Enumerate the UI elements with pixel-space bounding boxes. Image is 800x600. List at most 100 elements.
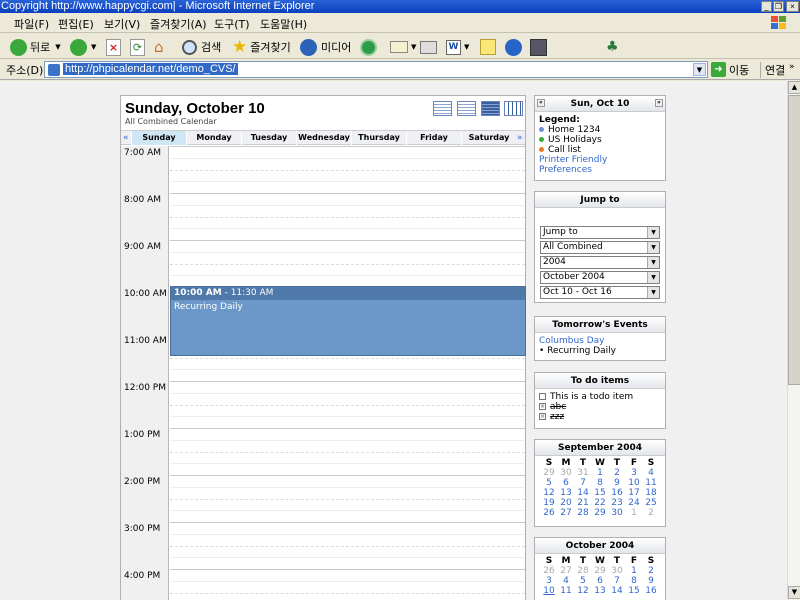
legend-item[interactable]: Call list (539, 145, 661, 155)
day-cell[interactable]: 25 (643, 498, 660, 508)
day-cell[interactable]: 2 (609, 468, 626, 478)
day-cell[interactable]: 16 (643, 586, 660, 596)
chevron-right-icon[interactable]: » (789, 62, 795, 72)
mail-button[interactable]: ▼ (390, 36, 416, 58)
menu-tools[interactable]: 도구(T) (214, 16, 250, 32)
address-url[interactable]: http://phpicalendar.net/demo_CVS/ (63, 63, 238, 75)
day-cell[interactable]: 8 (592, 478, 609, 488)
todo-item[interactable]: × zzz (539, 412, 661, 422)
day-cell[interactable]: 2 (643, 508, 660, 518)
day-cell[interactable]: 9 (609, 478, 626, 488)
day-cell[interactable]: 10 (626, 478, 643, 488)
day-cell[interactable]: 19 (541, 498, 558, 508)
print-button[interactable] (420, 36, 437, 58)
year-view-icon[interactable] (504, 101, 523, 116)
day-cell[interactable]: 30 (609, 566, 626, 576)
day-cell[interactable]: 13 (558, 488, 575, 498)
day-cell[interactable]: 6 (592, 576, 609, 586)
day-cell[interactable]: 7 (575, 478, 592, 488)
restore-button[interactable]: ❐ (773, 1, 784, 12)
day-cell[interactable]: 3 (626, 468, 643, 478)
weekday-saturday[interactable]: Saturday (461, 131, 516, 145)
day-cell[interactable]: 20 (558, 498, 575, 508)
day-cell[interactable]: 16 (609, 488, 626, 498)
user-button[interactable]: ♣ (606, 36, 624, 58)
calendar-event[interactable]: 10:00 AM - 11:30 AM Recurring Daily (170, 286, 526, 356)
day-cell[interactable]: 30 (609, 508, 626, 518)
menu-edit[interactable]: 편집(E) (58, 16, 94, 32)
prev-week-link[interactable]: « (123, 131, 129, 145)
day-cell[interactable]: 27 (558, 566, 575, 576)
calendar-select[interactable]: All Combined (540, 241, 660, 254)
year-select[interactable]: 2004 (540, 256, 660, 269)
day-cell[interactable]: 24 (626, 498, 643, 508)
day-cell[interactable]: 1 (626, 508, 643, 518)
day-cell[interactable]: 29 (592, 566, 609, 576)
back-button[interactable]: 뒤로 ▼ (10, 36, 61, 58)
day-cell[interactable]: 12 (575, 586, 592, 596)
weekday-sunday[interactable]: Sunday (131, 131, 186, 145)
mini-calendar-title[interactable]: October 2004 (535, 538, 665, 554)
close-button[interactable]: × (786, 1, 799, 12)
jump-to-select[interactable]: Jump to (540, 226, 660, 239)
day-cell[interactable]: 12 (541, 488, 558, 498)
month-view-icon[interactable] (481, 101, 500, 116)
weekday-monday[interactable]: Monday (186, 131, 241, 145)
day-cell[interactable]: 26 (541, 566, 558, 576)
day-cell[interactable]: 11 (643, 478, 660, 488)
day-cell[interactable]: 4 (558, 576, 575, 586)
legend-item[interactable]: US Holidays (539, 135, 661, 145)
todo-item[interactable]: × abc (539, 402, 661, 412)
go-button[interactable]: ➜ 이동 (711, 61, 749, 78)
current-day-cell[interactable]: 10 (541, 586, 558, 596)
menu-file[interactable]: 파일(F) (14, 16, 49, 32)
menu-help[interactable]: 도움말(H) (260, 16, 307, 32)
scroll-up-icon[interactable]: ▲ (788, 81, 800, 94)
home-button[interactable]: ⌂ (154, 36, 171, 58)
menu-view[interactable]: 보기(V) (104, 16, 140, 32)
weekday-tuesday[interactable]: Tuesday (241, 131, 296, 145)
search-button[interactable]: 검색 (182, 36, 221, 58)
week-select[interactable]: Oct 10 - Oct 16 (540, 286, 660, 299)
minimize-button[interactable]: _ (761, 1, 772, 12)
checkbox-icon[interactable] (539, 393, 546, 400)
todo-item[interactable]: This is a todo item (539, 392, 661, 402)
scroll-down-icon[interactable]: ▼ (788, 586, 800, 599)
preferences-link[interactable]: Preferences (539, 165, 661, 175)
holiday-link[interactable]: Columbus Day (539, 336, 661, 346)
next-day-icon[interactable]: » (655, 99, 663, 107)
day-cell[interactable]: 11 (558, 586, 575, 596)
links-button[interactable]: 연결 (760, 62, 785, 78)
day-cell[interactable]: 3 (541, 576, 558, 586)
day-cell[interactable]: 14 (575, 488, 592, 498)
checked-checkbox-icon[interactable]: × (539, 403, 546, 410)
forward-button[interactable]: ▼ (70, 36, 96, 58)
day-cell[interactable]: 4 (643, 468, 660, 478)
day-cell[interactable]: 30 (558, 468, 575, 478)
weekday-thursday[interactable]: Thursday (351, 131, 406, 145)
tomorrow-event[interactable]: • Recurring Daily (539, 346, 661, 356)
day-cell[interactable]: 29 (541, 468, 558, 478)
day-cell[interactable]: 29 (592, 508, 609, 518)
day-cell[interactable]: 26 (541, 508, 558, 518)
day-cell[interactable]: 15 (592, 488, 609, 498)
vertical-scrollbar[interactable]: ▲ ▼ (787, 81, 800, 600)
edit-button[interactable]: W ▼ (446, 36, 469, 58)
history-button[interactable] (360, 36, 377, 58)
day-cell[interactable]: 28 (575, 508, 592, 518)
month-select[interactable]: October 2004 (540, 271, 660, 284)
day-cell[interactable]: 31 (575, 468, 592, 478)
day-cell[interactable]: 15 (626, 586, 643, 596)
day-cell[interactable]: 18 (643, 488, 660, 498)
note-button[interactable] (480, 36, 496, 58)
prev-day-icon[interactable]: « (537, 99, 545, 107)
stop-button[interactable]: × (106, 36, 121, 58)
day-cell[interactable]: 14 (609, 586, 626, 596)
day-view-icon[interactable] (433, 101, 452, 116)
favorites-button[interactable]: ★ 즐겨찾기 (232, 36, 291, 58)
weekday-wednesday[interactable]: Wednesday (296, 131, 351, 145)
week-view-icon[interactable] (457, 101, 476, 116)
address-input[interactable]: http://phpicalendar.net/demo_CVS/ ▼ (44, 61, 708, 78)
next-week-link[interactable]: » (517, 131, 523, 145)
day-cell[interactable]: 23 (609, 498, 626, 508)
